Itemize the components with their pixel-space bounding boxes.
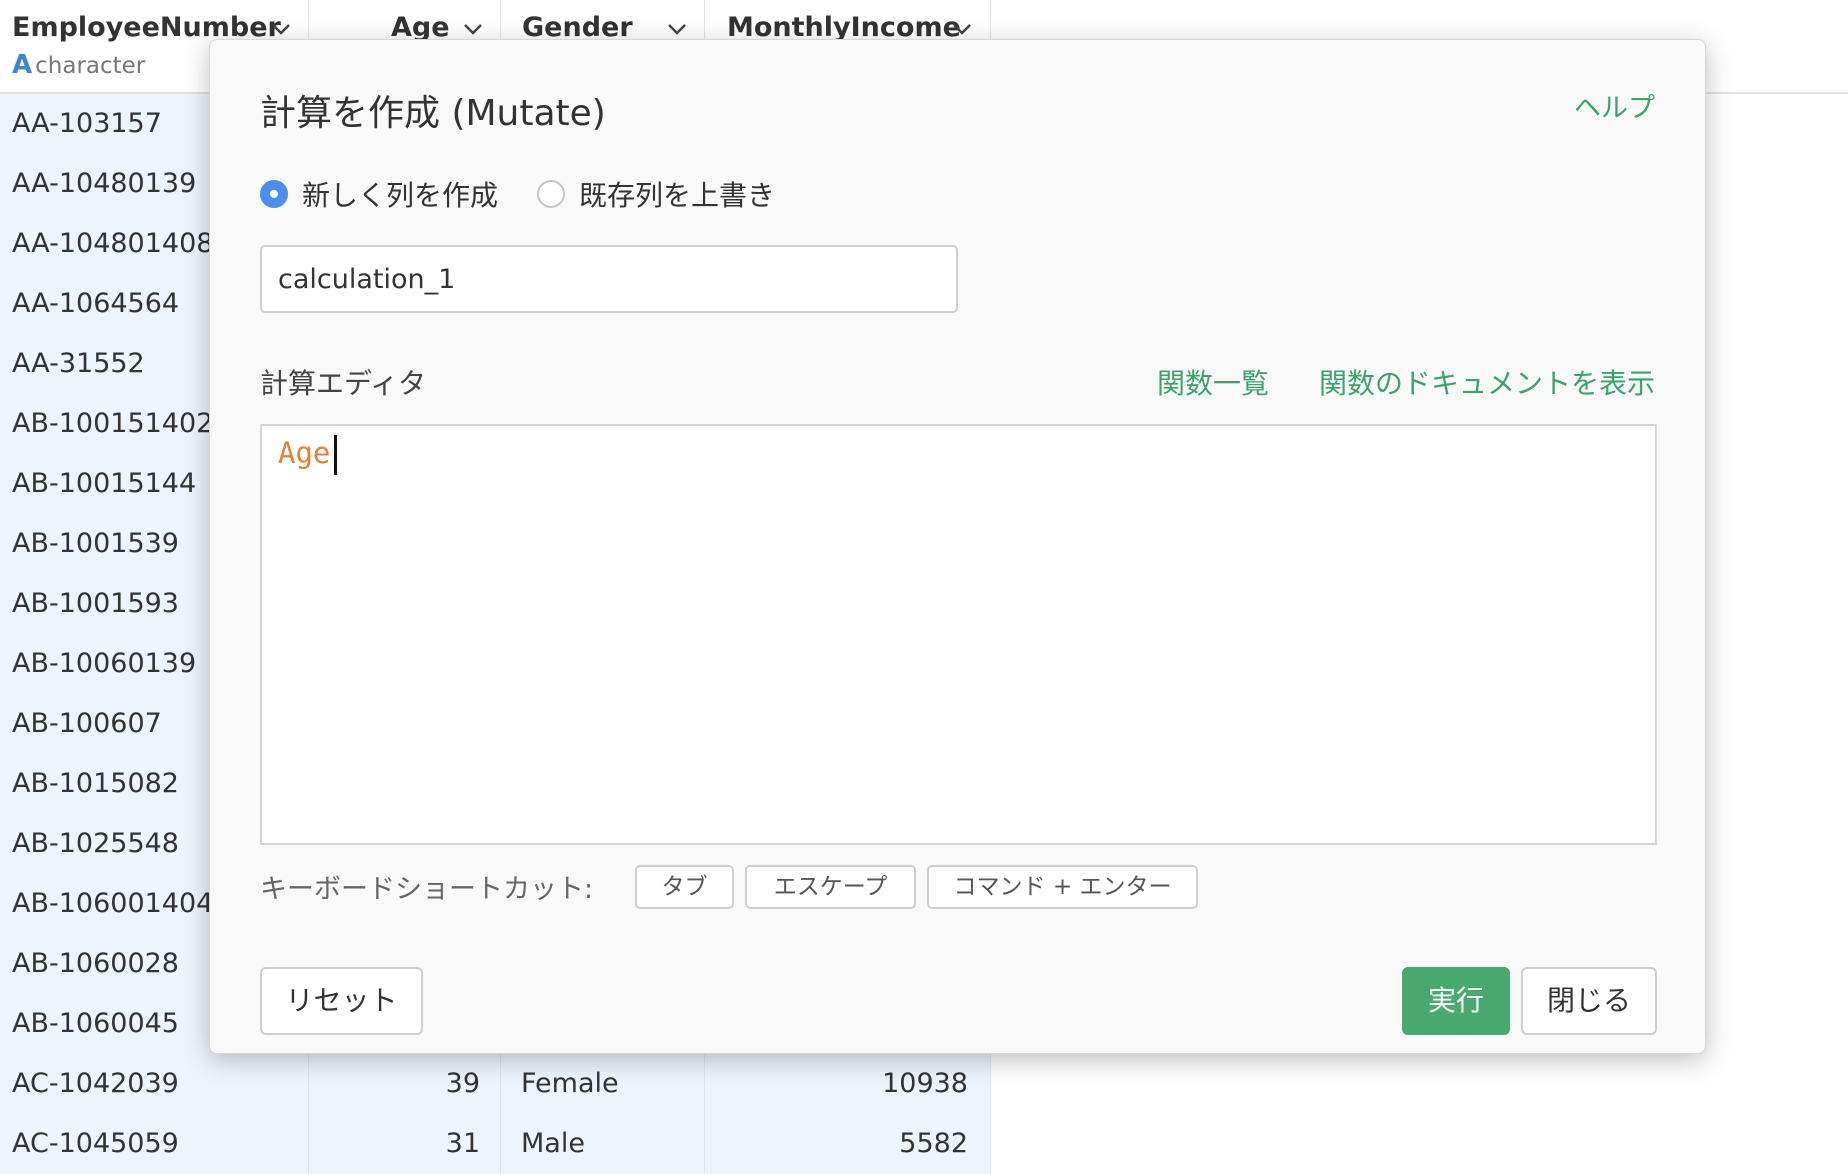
table-cell-gender[interactable]: Female — [501, 1054, 705, 1114]
text-cursor — [334, 435, 337, 475]
close-button[interactable]: 閉じる — [1521, 967, 1657, 1035]
column-name-input[interactable] — [260, 245, 958, 313]
chevron-down-icon[interactable] — [951, 18, 973, 40]
calc-editor-label: 計算エディタ — [260, 367, 427, 400]
chevron-down-icon[interactable] — [666, 18, 688, 40]
reset-button[interactable]: リセット — [260, 967, 423, 1035]
keyboard-shortcut-label: キーボードショートカット: — [260, 874, 594, 905]
function-list-link[interactable]: 関数一覧 — [1157, 362, 1269, 402]
radio-overwrite-label[interactable]: 既存列を上書き — [579, 174, 775, 214]
chevron-down-icon[interactable] — [270, 18, 292, 40]
table-cell-income[interactable]: 10938 — [705, 1054, 991, 1114]
table-cell-age[interactable]: 31 — [309, 1114, 501, 1174]
editor-code: Age — [278, 436, 331, 470]
shortcut-escape: エスケープ — [745, 865, 916, 909]
table-cell-income[interactable]: 5582 — [705, 1114, 991, 1174]
dialog-title: 計算を作成 (Mutate) — [260, 93, 606, 134]
shortcut-cmd-enter: コマンド + エンター — [927, 865, 1198, 909]
table-row: AC-1042039 39 Female 10938 — [0, 1054, 991, 1114]
table-cell-age[interactable]: 39 — [309, 1054, 501, 1114]
table-row: AC-1045059 31 Male 5582 — [0, 1114, 991, 1174]
column-type: Acharacter — [12, 50, 146, 80]
function-docs-link[interactable]: 関数のドキュメントを表示 — [1319, 362, 1655, 402]
radio-create-new-label[interactable]: 新しく列を作成 — [302, 174, 498, 214]
chevron-down-icon[interactable] — [462, 18, 484, 40]
run-button[interactable]: 実行 — [1402, 967, 1510, 1035]
radio-create-new-column[interactable] — [260, 180, 288, 208]
table-cell-id[interactable]: AC-1045059 — [0, 1114, 309, 1174]
radio-overwrite-column[interactable] — [537, 180, 565, 208]
help-link[interactable]: ヘルプ — [1574, 86, 1655, 125]
table-cell-id[interactable]: AC-1042039 — [0, 1054, 309, 1114]
calc-editor[interactable]: Age — [260, 424, 1657, 845]
shortcut-tab: タブ — [635, 865, 734, 909]
mutate-dialog: 計算を作成 (Mutate) ヘルプ 新しく列を作成 既存列を上書き 計算エディ… — [209, 39, 1706, 1054]
table-cell-gender[interactable]: Male — [501, 1114, 705, 1174]
character-type-icon: A — [12, 50, 33, 80]
